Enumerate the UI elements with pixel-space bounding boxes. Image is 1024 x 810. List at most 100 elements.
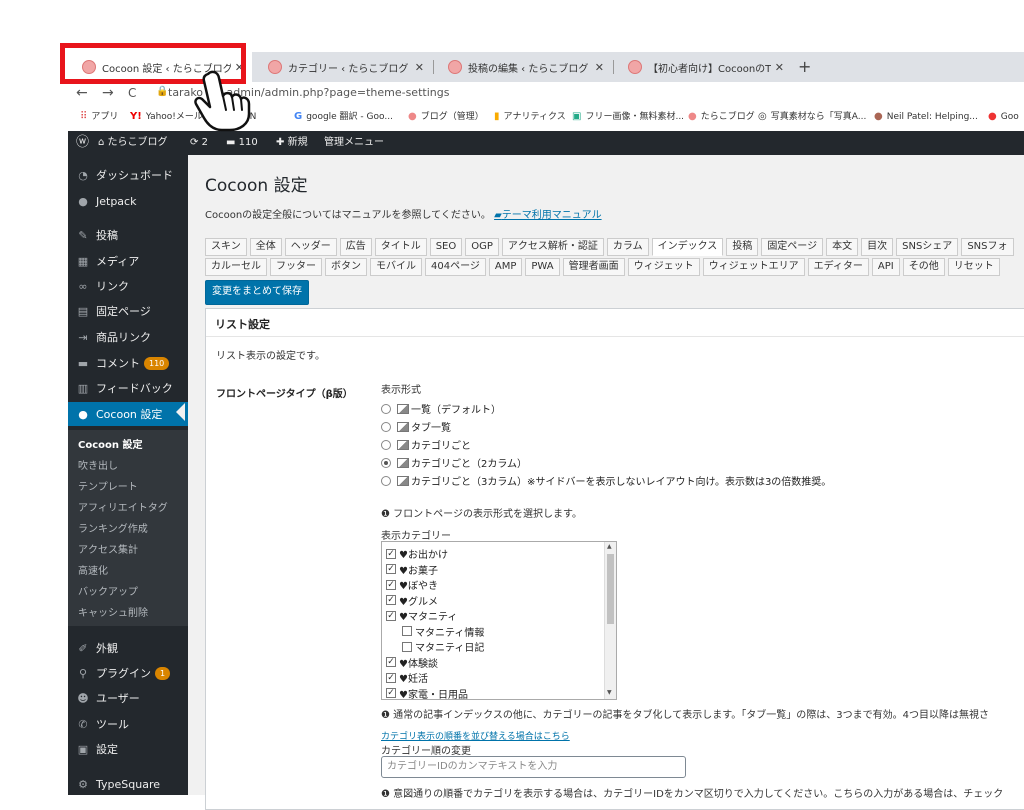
settings-tab[interactable]: SNSフォ <box>961 238 1014 256</box>
submenu-item-ranking[interactable]: ランキング作成 <box>78 520 148 535</box>
category-item[interactable]: ✓ ♥マタニティ <box>386 608 457 623</box>
sidebar-item-settings[interactable]: ▣ 設定 <box>68 737 188 761</box>
sidebar-item-dashboard[interactable]: ◔ ダッシュボード <box>68 163 188 187</box>
bookmark-free-images[interactable]: ▣ フリー画像・無料素材... <box>572 106 684 128</box>
sidebar-item-feedback[interactable]: ▥ フィードバック <box>68 376 188 400</box>
sidebar-item-pages[interactable]: ▤ 固定ページ <box>68 299 188 323</box>
sidebar-item-posts[interactable]: ✎ 投稿 <box>68 223 188 247</box>
admin-bar-site[interactable]: ⌂ たらこブログ <box>98 131 168 155</box>
bookmark-yahoo-mail[interactable]: Y! Yahoo!メール <box>130 106 203 128</box>
submenu-item-speedup[interactable]: 高速化 <box>78 562 108 577</box>
radio-button[interactable] <box>381 457 391 468</box>
settings-tab[interactable]: リセット <box>947 258 1000 276</box>
checkbox[interactable] <box>402 626 412 636</box>
category-item[interactable]: ✓ ♥体験談 <box>386 655 438 670</box>
wordpress-logo-icon[interactable]: ⓦ <box>76 131 89 155</box>
checkbox-checked[interactable]: ✓ <box>386 688 396 698</box>
sidebar-item-links[interactable]: ∞ リンク <box>68 274 188 298</box>
back-icon[interactable]: ← <box>76 82 88 104</box>
sidebar-item-jetpack[interactable]: ● Jetpack <box>68 189 188 213</box>
save-all-button[interactable]: 変更をまとめて保存 <box>205 280 309 305</box>
display-format-option[interactable]: カテゴリごと（2カラム） <box>381 455 527 470</box>
sidebar-item-appearance[interactable]: ✐ 外観 <box>68 636 188 660</box>
settings-tab[interactable]: 管理者画面 <box>562 258 625 276</box>
settings-tab[interactable]: 全体 <box>249 238 282 256</box>
settings-tab[interactable]: SNSシェア <box>896 238 959 256</box>
category-item[interactable]: マタニティ日記 <box>402 639 484 654</box>
sidebar-item-cocoon-settings[interactable]: ● Cocoon 設定 <box>68 402 188 426</box>
category-item[interactable]: マタニティ情報 <box>402 624 484 639</box>
submenu-item-affiliate-tag[interactable]: アフィリエイトタグ <box>78 499 168 514</box>
settings-tab[interactable]: その他 <box>902 258 945 276</box>
sidebar-item-typesquare[interactable]: ⚙ TypeSquare <box>68 772 188 796</box>
sidebar-item-users[interactable]: ☻ ユーザー <box>68 686 188 710</box>
category-item[interactable]: ✓ ♥グルメ <box>386 593 438 608</box>
sidebar-item-product-links[interactable]: ⇥ 商品リンク <box>68 325 188 349</box>
browser-tab-category[interactable]: カテゴリー ‹ たらこブログ — WordPre ✕ <box>254 52 432 82</box>
checkbox-checked[interactable]: ✓ <box>386 595 396 605</box>
settings-tab[interactable]: ウィジェットエリア <box>702 258 805 276</box>
submenu-item-template[interactable]: テンプレート <box>78 478 138 493</box>
close-icon[interactable]: ✕ <box>415 61 424 74</box>
manual-link[interactable]: ▰テーマ利用マニュアル <box>494 210 602 221</box>
settings-tab[interactable]: ボタン <box>325 258 367 276</box>
settings-tab[interactable]: 投稿 <box>726 238 759 256</box>
display-format-option[interactable]: カテゴリごと（3カラム）※サイドバーを表示しないレイアウト向け。表示数は3の倍数… <box>381 473 831 488</box>
radio-button[interactable] <box>381 439 391 450</box>
scrollbar-thumb[interactable] <box>607 554 614 624</box>
bookmark-analytics[interactable]: ▮ アナリティクス <box>494 106 566 128</box>
admin-bar-new[interactable]: ✚ 新規 <box>276 131 308 155</box>
checkbox-checked[interactable]: ✓ <box>386 610 396 621</box>
category-item[interactable]: ✓ ♥お菓子 <box>386 562 438 577</box>
radio-button[interactable] <box>381 403 391 414</box>
submenu-item-backup[interactable]: バックアップ <box>78 583 138 598</box>
checkbox-checked[interactable]: ✓ <box>386 672 396 683</box>
settings-tab[interactable]: 404ページ <box>425 258 486 276</box>
display-format-option[interactable]: 一覧（デフォルト） <box>381 401 501 416</box>
bookmark-neil-patel[interactable]: ● Neil Patel: Helping... <box>874 106 978 128</box>
display-format-option[interactable]: カテゴリごと <box>381 437 471 452</box>
admin-bar-comments[interactable]: ▬ 110 <box>226 131 258 155</box>
radio-button[interactable] <box>381 475 391 486</box>
checkbox-checked[interactable]: ✓ <box>386 657 396 667</box>
bookmark-photo-ac[interactable]: ◎ 写真素材なら「写真A... <box>758 106 866 128</box>
category-item[interactable]: ✓ ♥家電・日用品 <box>386 686 468 699</box>
category-order-input[interactable]: カテゴリーIDのカンマテキストを入力 <box>381 756 686 778</box>
submenu-item-access-stats[interactable]: アクセス集計 <box>78 541 138 556</box>
settings-tab[interactable]: ヘッダー <box>284 238 337 256</box>
submenu-item-cocoon-settings[interactable]: Cocoon 設定 <box>78 436 142 451</box>
sidebar-item-comments[interactable]: ▬ コメント 110 <box>68 351 188 375</box>
new-tab-button[interactable]: + <box>798 52 811 82</box>
display-format-option[interactable]: タブ一覧 <box>381 419 451 434</box>
settings-tab[interactable]: 広告 <box>339 238 372 256</box>
submenu-item-speech-bubble[interactable]: 吹き出し <box>78 457 118 472</box>
bookmark-tarako-blog[interactable]: ● たらこブログ <box>688 106 755 128</box>
scroll-up-icon[interactable]: ▲ <box>607 543 612 550</box>
radio-button[interactable] <box>381 421 391 432</box>
category-order-link[interactable]: カテゴリ表示の順番を並び替える場合はこちら <box>381 729 570 742</box>
category-item[interactable]: ✓ ♥ぼやき <box>386 577 438 592</box>
settings-tab[interactable]: 固定ページ <box>761 238 824 256</box>
checkbox-checked[interactable]: ✓ <box>386 579 396 590</box>
checkbox-checked[interactable]: ✓ <box>386 564 396 574</box>
sidebar-item-plugins[interactable]: ⚲ プラグイン 1 <box>68 661 188 685</box>
settings-tab[interactable]: ウィジェット <box>627 258 700 276</box>
settings-tab[interactable]: 目次 <box>861 238 894 256</box>
settings-tab[interactable]: カラム <box>606 238 649 256</box>
checkbox[interactable] <box>402 641 412 652</box>
settings-tab[interactable]: モバイル <box>370 258 422 276</box>
sidebar-item-media[interactable]: ▦ メディア <box>68 249 188 273</box>
settings-tab[interactable]: スキン <box>205 238 247 256</box>
settings-tab[interactable]: OGP <box>465 238 499 256</box>
settings-tab[interactable]: タイトル <box>374 238 427 256</box>
category-item[interactable]: ✓ ♥妊活 <box>386 670 428 685</box>
close-icon[interactable]: ✕ <box>595 61 604 74</box>
bookmark-google-translate[interactable]: Ggoogle 翻訳 - Goo... <box>294 106 393 128</box>
settings-tab[interactable]: フッター <box>270 258 322 276</box>
settings-tab[interactable]: API <box>871 258 900 276</box>
settings-tab[interactable]: インデックス <box>651 238 724 256</box>
bookmark-google-maps[interactable]: ● Goo <box>988 106 1019 128</box>
category-listbox[interactable]: ✓ ♥お出かけ ✓ ♥お菓子 ✓ ♥ぼやき ✓ ♥グルメ ✓ ♥マタニティ マタニティ情報 マタニティ… <box>381 541 617 700</box>
browser-tab-cocoon-top[interactable]: 【初心者向け】CocoonのTOPページ ✕ <box>614 52 792 82</box>
settings-tab[interactable]: SEO <box>429 238 463 256</box>
